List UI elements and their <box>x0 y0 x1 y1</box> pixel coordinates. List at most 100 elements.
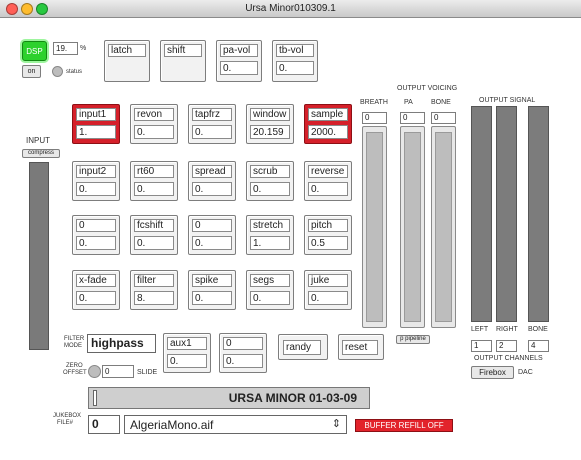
aux2-value[interactable]: 0. <box>223 354 263 368</box>
param-1-3[interactable]: scrub 0. <box>246 161 294 201</box>
app-window: Ursa Minor010309.1 DSP 19. % on status l… <box>0 0 581 460</box>
status-led-icon <box>52 66 63 77</box>
shift-toggle[interactable]: shift <box>160 40 206 82</box>
param-value[interactable]: 0. <box>134 125 174 139</box>
jukebox-file-name: AlgeriaMono.aif <box>130 418 214 432</box>
param-value[interactable]: 0. <box>192 182 232 196</box>
breath-value[interactable]: 0 <box>362 112 387 124</box>
param-3-1[interactable]: filter 8. <box>130 270 178 310</box>
param-label: segs <box>250 274 290 287</box>
param-value[interactable]: 20.159 <box>250 125 290 139</box>
param-1-1[interactable]: rt60 0. <box>130 161 178 201</box>
param-label: 0 <box>192 219 232 232</box>
param-3-0[interactable]: x-fade 0. <box>72 270 120 310</box>
param-value[interactable]: 0. <box>192 236 232 250</box>
param-label: sample <box>308 108 348 121</box>
param-value[interactable]: 0. <box>192 291 232 305</box>
aux1-value[interactable]: 0. <box>167 354 207 368</box>
voicing-bone-label: BONE <box>431 99 451 106</box>
slide-label: SLIDE <box>137 369 158 376</box>
channel-right[interactable]: 2 <box>496 340 517 352</box>
param-value[interactable]: 0. <box>192 125 232 139</box>
zero-offset-toggle-icon[interactable] <box>88 365 101 378</box>
param-1-4[interactable]: reverse 0. <box>304 161 352 201</box>
param-value[interactable]: 2000. <box>308 125 348 139</box>
param-label: rt60 <box>134 165 174 178</box>
param-label: window <box>250 108 290 121</box>
param-3-2[interactable]: spike 0. <box>188 270 236 310</box>
voicing-bone-value[interactable]: 0 <box>431 112 456 124</box>
param-value[interactable]: 0. <box>76 291 116 305</box>
filter-mode-menu[interactable]: highpass <box>87 334 156 353</box>
param-value[interactable]: 0. <box>250 182 290 196</box>
param-label: juke <box>308 274 348 287</box>
dsp-on-button[interactable]: on <box>22 65 41 78</box>
tb-vol-label: tb-vol <box>276 44 314 57</box>
window-title: Ursa Minor010309.1 <box>245 3 336 14</box>
zero-offset-label-1: ZERO <box>66 363 83 369</box>
pa-vol-control[interactable]: pa-vol 0. <box>216 40 262 82</box>
param-0-1[interactable]: revon 0. <box>130 104 178 144</box>
param-value[interactable]: 1. <box>76 125 116 139</box>
param-0-2[interactable]: tapfrz 0. <box>188 104 236 144</box>
jukebox-label-1: JUKEBOX <box>53 413 82 419</box>
param-value[interactable]: 0. <box>134 182 174 196</box>
compress-button[interactable]: compress <box>22 149 60 158</box>
randy-button[interactable]: randy <box>278 334 328 360</box>
breath-slider[interactable] <box>362 126 387 328</box>
param-value[interactable]: 8. <box>134 291 174 305</box>
param-value[interactable]: 0. <box>134 236 174 250</box>
zero-offset-label-2: OFFSET <box>63 370 87 376</box>
jukebox-file-menu[interactable]: AlgeriaMono.aif ⇕ <box>124 415 347 434</box>
output-channels-label: OUTPUT CHANNELS <box>474 355 543 362</box>
pa-vol-value[interactable]: 0. <box>220 61 258 75</box>
param-value[interactable]: 0. <box>250 291 290 305</box>
param-value[interactable]: 0. <box>308 291 348 305</box>
param-0-3[interactable]: window 20.159 <box>246 104 294 144</box>
breath-label: BREATH <box>360 99 388 106</box>
channel-left[interactable]: 1 <box>471 340 492 352</box>
channel-bone[interactable]: 4 <box>528 340 549 352</box>
jukebox-index[interactable]: 0 <box>88 415 120 434</box>
voicing-bone-slider[interactable] <box>431 126 456 328</box>
param-3-4[interactable]: juke 0. <box>304 270 352 310</box>
param-2-3[interactable]: stretch 1. <box>246 215 294 255</box>
latch-toggle[interactable]: latch <box>104 40 150 82</box>
input-label: INPUT <box>26 136 50 145</box>
param-label: input1 <box>76 108 116 121</box>
status-label: status <box>66 69 83 75</box>
param-value[interactable]: 0. <box>76 236 116 250</box>
param-2-1[interactable]: fcshift 0. <box>130 215 178 255</box>
param-label: revon <box>134 108 174 121</box>
input-slider[interactable] <box>29 162 49 350</box>
aux2-control[interactable]: 0 0. <box>219 333 267 373</box>
param-value[interactable]: 0. <box>308 182 348 196</box>
title-bar: Ursa Minor010309.1 <box>0 0 581 18</box>
pipeline-object[interactable]: p pipeline <box>396 335 430 344</box>
param-1-0[interactable]: input2 0. <box>72 161 120 201</box>
param-0-4[interactable]: sample 2000. <box>304 104 352 144</box>
filter-mode-label-2: MODE <box>64 343 82 349</box>
param-value[interactable]: 1. <box>250 236 290 250</box>
reset-button[interactable]: reset <box>338 334 384 360</box>
param-label: tapfrz <box>192 108 232 121</box>
param-1-2[interactable]: spread 0. <box>188 161 236 201</box>
aux1-control[interactable]: aux1 0. <box>163 333 211 373</box>
pa-value[interactable]: 0 <box>400 112 425 124</box>
param-3-3[interactable]: segs 0. <box>246 270 294 310</box>
param-2-0[interactable]: 0 0. <box>72 215 120 255</box>
param-0-0[interactable]: input1 1. <box>72 104 120 144</box>
dsp-button[interactable]: DSP <box>22 41 47 61</box>
buffer-refill-status[interactable]: BUFFER REFILL OFF <box>355 419 453 432</box>
tb-vol-control[interactable]: tb-vol 0. <box>272 40 318 82</box>
zero-offset-value[interactable]: 0 <box>102 365 134 378</box>
left-label: LEFT <box>471 326 489 333</box>
param-value[interactable]: 0. <box>76 182 116 196</box>
aux1-label: aux1 <box>167 337 207 350</box>
tb-vol-value[interactable]: 0. <box>276 61 314 75</box>
device-button[interactable]: Firebox <box>471 366 514 379</box>
pa-slider[interactable] <box>400 126 425 328</box>
param-value[interactable]: 0.5 <box>308 236 348 250</box>
param-2-2[interactable]: 0 0. <box>188 215 236 255</box>
param-2-4[interactable]: pitch 0.5 <box>304 215 352 255</box>
